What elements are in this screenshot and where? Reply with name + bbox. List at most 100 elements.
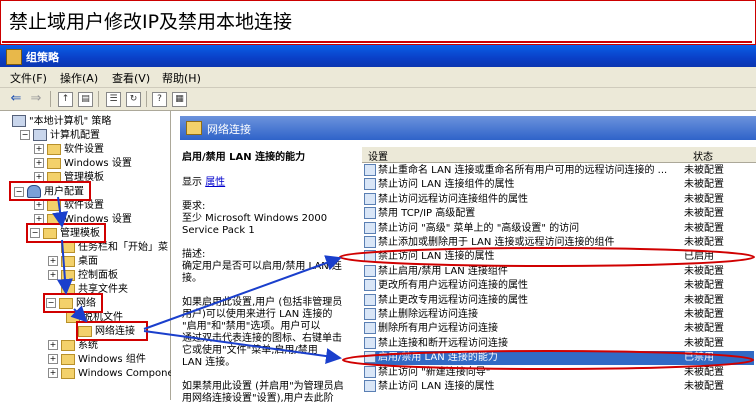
policy-name: 禁止添加或删除用于 LAN 连接或远程访问连接的组件: [378, 237, 615, 248]
article-title-banner: 禁止域用户修改IP及禁用本地连接: [0, 0, 756, 45]
policy-setting-icon: [364, 178, 376, 191]
tree-computer-config[interactable]: − 计算机配置: [20, 129, 100, 143]
policy-row[interactable]: 禁止更改专用远程访问连接的属性 未被配置: [364, 293, 754, 308]
refresh-icon[interactable]: ↻: [126, 92, 141, 107]
policy-name: 禁止启用/禁用 LAN 连接组件: [378, 265, 508, 277]
policy-row[interactable]: 禁止访问 "新建连接向导" 未被配置: [364, 365, 754, 380]
collapse-icon[interactable]: −: [20, 130, 30, 140]
tree-taskbar[interactable]: 任务栏和「开始」菜: [48, 241, 168, 255]
policy-row[interactable]: 禁止访问 LAN 连接的属性 已启用: [364, 250, 754, 264]
policy-state: 未被配置: [684, 193, 724, 205]
policy-name: 删除所有用户远程访问连接: [378, 323, 498, 335]
properties-icon[interactable]: ☰: [106, 92, 121, 107]
policy-setting-icon: [364, 380, 376, 392]
expand-icon[interactable]: +: [34, 158, 44, 168]
annotation-box-network-connections: [76, 321, 148, 341]
policy-state: 已禁用: [684, 352, 714, 364]
policy-state: 未被配置: [684, 265, 724, 277]
policy-row[interactable]: 禁止添加或删除用于 LAN 连接或远程访问连接的组件 未被配置: [364, 236, 754, 250]
policy-setting-icon: [364, 250, 376, 263]
expand-icon[interactable]: +: [48, 354, 58, 364]
tree-software-settings[interactable]: + 软件设置: [34, 199, 104, 213]
column-header-state[interactable]: 状态: [693, 148, 713, 163]
tree-windows-components-en[interactable]: + Windows Components: [48, 367, 189, 381]
tree-windows-settings[interactable]: + Windows 设置: [34, 157, 132, 171]
window-title-bar[interactable]: 组策略: [0, 45, 756, 67]
policy-name: 禁止访问 LAN 连接的属性: [378, 381, 495, 392]
policy-title: 启用/禁用 LAN 连接的能力: [182, 152, 306, 163]
policy-name: 禁止访问远程访问连接组件的属性: [378, 193, 528, 205]
tree-control-panel[interactable]: + 控制面板: [48, 269, 118, 283]
policy-state: 未被配置: [684, 179, 724, 191]
policy-row[interactable]: 删除所有用户远程访问连接 未被配置: [364, 322, 754, 336]
policy-icon: [12, 115, 26, 127]
folder-icon: [47, 157, 61, 169]
column-header-setting[interactable]: 设置: [368, 148, 388, 163]
policy-name: 更改所有用户远程访问连接的属性: [378, 280, 528, 292]
folder-icon: [47, 143, 61, 155]
policy-setting-icon: [364, 236, 376, 248]
policy-name: 禁止更改专用远程访问连接的属性: [378, 294, 528, 306]
policy-row[interactable]: 更改所有用户远程访问连接的属性 未被配置: [364, 279, 754, 293]
toolbar-separator: [146, 91, 147, 107]
policy-state: 未被配置: [684, 309, 724, 320]
menu-action[interactable]: 操作(A): [60, 70, 98, 86]
description-body: LAN 连接。: [182, 357, 236, 368]
folder-icon: [61, 339, 75, 351]
policy-name: 禁止删除远程访问连接: [378, 309, 478, 320]
policy-row[interactable]: 禁止启用/禁用 LAN 连接组件 未被配置: [364, 264, 754, 279]
policy-row[interactable]: 禁止访问远程访问连接组件的属性 未被配置: [364, 192, 754, 207]
back-icon[interactable]: ⇐: [8, 91, 24, 107]
folder-icon: [61, 269, 75, 281]
policy-name: 禁止访问 LAN 连接组件的属性: [378, 179, 515, 191]
window-title: 组策略: [26, 51, 59, 64]
help-icon[interactable]: ?: [152, 92, 167, 107]
policy-row[interactable]: 禁用 TCP/IP 高级配置 未被配置: [364, 207, 754, 221]
policy-row[interactable]: 禁止访问 LAN 连接组件的属性 未被配置: [364, 178, 754, 192]
expand-icon[interactable]: +: [48, 368, 58, 378]
menu-help[interactable]: 帮助(H): [162, 70, 201, 86]
policy-state: 未被配置: [684, 323, 724, 335]
group-policy-icon: [6, 49, 22, 65]
description-body: 通过双击代表连接的图标、右键单击: [182, 333, 342, 344]
policy-row[interactable]: 启用/禁用 LAN 连接的能力 已禁用: [364, 351, 754, 366]
description-body: "启用"和"禁用"选项。用户可以: [182, 321, 321, 332]
view-icon[interactable]: ▦: [172, 92, 187, 107]
up-folder-icon[interactable]: ↑: [58, 92, 73, 107]
show-hide-tree-icon[interactable]: ▤: [78, 92, 93, 107]
expand-icon[interactable]: +: [48, 256, 58, 266]
folder-icon: [47, 199, 61, 211]
description-body: 用户)可以使用来进行 LAN 连接的: [182, 309, 333, 320]
policy-row[interactable]: 禁止访问 "高级" 菜单上的 "高级设置" 的访问 未被配置: [364, 221, 754, 236]
description-body: 它或使用"文件"菜单,启用/禁用: [182, 345, 318, 356]
menu-view[interactable]: 查看(V): [112, 70, 150, 86]
folder-icon: [61, 367, 75, 379]
policy-state: 未被配置: [684, 237, 724, 248]
menu-file[interactable]: 文件(F): [10, 70, 47, 86]
tree-root[interactable]: "本地计算机" 策略: [12, 115, 111, 129]
tree-desktop[interactable]: + 桌面: [48, 255, 98, 269]
description-label: 描述:: [182, 249, 206, 260]
policy-setting-icon: [364, 279, 376, 292]
expand-icon[interactable]: +: [48, 340, 58, 350]
tree-system[interactable]: + 系统: [48, 339, 98, 353]
show-properties-line: 显示 属性: [182, 177, 226, 188]
properties-link[interactable]: 属性: [205, 177, 225, 188]
tree-windows-components[interactable]: + Windows 组件: [48, 353, 146, 367]
policy-name: 禁用 TCP/IP 高级配置: [378, 208, 476, 220]
description-text: 确定用户是否可以启用/禁用 LAN 连: [182, 261, 342, 272]
expand-icon[interactable]: +: [34, 200, 44, 210]
toolbar-separator: [98, 91, 99, 107]
policy-row[interactable]: 禁止重命名 LAN 连接或重命名所有用户可用的远程访问连接的 ... 未被配置: [364, 164, 754, 178]
policy-name: 启用/禁用 LAN 连接的能力: [378, 352, 498, 364]
policy-setting-icon: [364, 365, 376, 378]
expand-icon[interactable]: +: [34, 144, 44, 154]
tree-software-settings[interactable]: + 软件设置: [34, 143, 104, 157]
policy-row[interactable]: 禁止删除远程访问连接 未被配置: [364, 308, 754, 322]
policy-row[interactable]: 禁止连接和断开远程访问连接 未被配置: [364, 336, 754, 351]
expand-icon[interactable]: +: [48, 270, 58, 280]
policy-row[interactable]: 禁止访问 LAN 连接的属性 未被配置: [364, 380, 754, 394]
forward-icon[interactable]: ⇒: [28, 91, 44, 107]
detail-header-title: 网络连接: [207, 123, 251, 136]
policy-setting-icon: [364, 293, 376, 306]
